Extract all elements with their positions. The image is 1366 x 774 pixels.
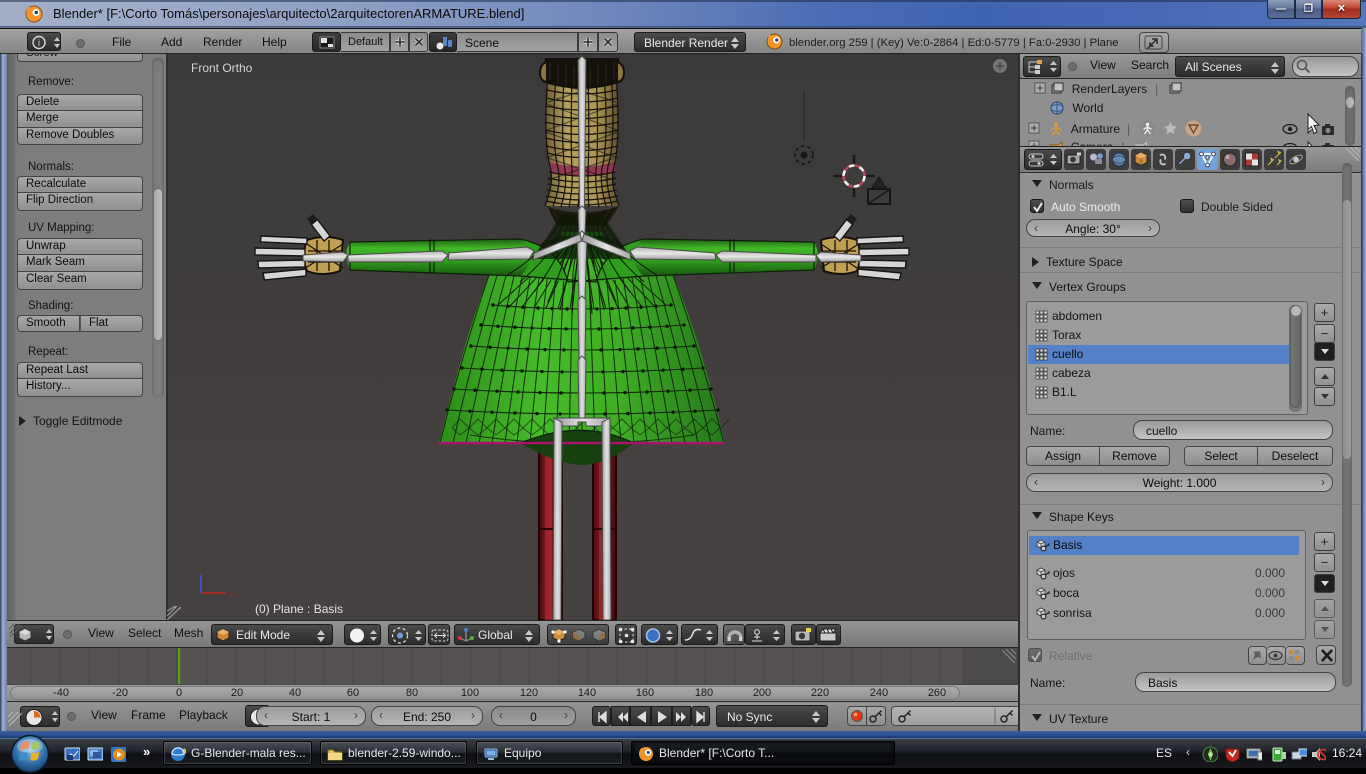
svg-text:(0) Plane : Basis: (0) Plane : Basis [255, 602, 343, 616]
svg-text:x: x [228, 589, 233, 599]
svg-text:i: i [38, 38, 40, 48]
svg-text:Front Ortho: Front Ortho [191, 61, 253, 75]
